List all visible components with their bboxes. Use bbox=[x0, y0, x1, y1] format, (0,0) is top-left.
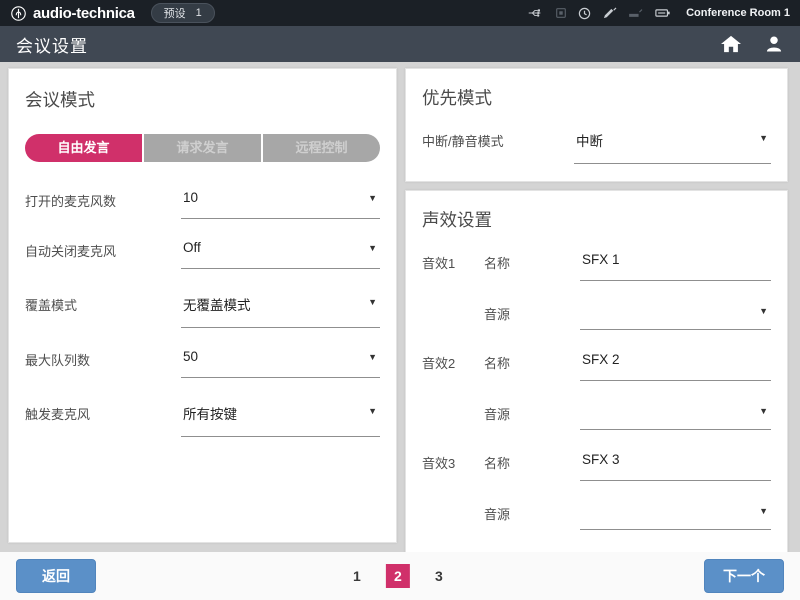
log-icon bbox=[628, 7, 644, 19]
right-column: 优先模式 中断/静音模式 中断 ▼ 声效设置 音效1 名称 SFX 1 bbox=[405, 68, 788, 543]
trigger-mic-select[interactable]: 所有按键 ▼ bbox=[181, 403, 380, 437]
chevron-down-icon: ▼ bbox=[368, 349, 377, 362]
chevron-down-icon: ▼ bbox=[368, 190, 377, 203]
max-queue-select[interactable]: 50 ▼ bbox=[181, 349, 380, 378]
field-label: 中断/静音模式 bbox=[422, 130, 574, 150]
source-label: 音源 bbox=[484, 403, 580, 423]
page-header: 会议设置 bbox=[0, 26, 800, 62]
field-label: 覆盖模式 bbox=[25, 294, 181, 314]
storage-icon bbox=[555, 7, 567, 19]
app-window: audio-technica 预设 1 bbox=[0, 0, 800, 600]
sfx-settings-panel: 声效设置 音效1 名称 SFX 1 音源 ▼ bbox=[405, 190, 788, 571]
chevron-down-icon: ▼ bbox=[759, 403, 768, 416]
field-override-mode: 覆盖模式 无覆盖模式 ▼ bbox=[25, 294, 380, 328]
usb-icon bbox=[528, 7, 544, 19]
source-label: 音源 bbox=[484, 503, 580, 523]
field-label: 触发麦克风 bbox=[25, 403, 181, 423]
page-2[interactable]: 2 bbox=[386, 564, 410, 588]
back-button[interactable]: 返回 bbox=[16, 559, 96, 593]
sfx3-source-row: 音源 ▼ bbox=[422, 503, 771, 530]
field-max-queue: 最大队列数 50 ▼ bbox=[25, 349, 380, 378]
sfx1-name-input[interactable]: SFX 1 bbox=[580, 252, 771, 281]
sfx-settings-title: 声效设置 bbox=[422, 207, 771, 232]
sfx3-source-select[interactable]: ▼ bbox=[580, 503, 771, 530]
speak-mode-tabs: 自由发言 请求发言 远程控制 bbox=[25, 134, 380, 162]
field-label: 打开的麦克风数 bbox=[25, 190, 181, 210]
pagination: 1 2 3 bbox=[345, 564, 451, 588]
conference-mode-panel: 会议模式 自由发言 请求发言 远程控制 打开的麦克风数 10 ▼ 自动关闭麦克风… bbox=[8, 68, 397, 543]
topbar: audio-technica 预设 1 bbox=[0, 0, 800, 26]
room-name: Conference Room 1 bbox=[686, 7, 790, 19]
sfx1-name-row: 音效1 名称 SFX 1 bbox=[422, 252, 771, 281]
sfx2-name-input[interactable]: SFX 2 bbox=[580, 352, 771, 381]
user-icon[interactable] bbox=[764, 34, 784, 54]
override-mode-select[interactable]: 无覆盖模式 ▼ bbox=[181, 294, 380, 328]
clock-icon bbox=[578, 7, 591, 20]
name-label: 名称 bbox=[484, 252, 580, 272]
sfx2-group-label: 音效2 bbox=[422, 352, 484, 372]
priority-mode-panel: 优先模式 中断/静音模式 中断 ▼ bbox=[405, 68, 788, 182]
name-label: 名称 bbox=[484, 452, 580, 472]
field-label: 自动关闭麦克风 bbox=[25, 240, 181, 260]
sfx1-source-row: 音源 ▼ bbox=[422, 303, 771, 330]
status-tray: Conference Room 1 bbox=[528, 7, 790, 20]
chevron-down-icon: ▼ bbox=[368, 294, 377, 307]
name-label: 名称 bbox=[484, 352, 580, 372]
next-button[interactable]: 下一个 bbox=[704, 559, 784, 593]
field-auto-mic-off: 自动关闭麦克风 Off ▼ bbox=[25, 240, 380, 269]
home-icon[interactable] bbox=[720, 34, 742, 54]
chevron-down-icon: ▼ bbox=[759, 503, 768, 516]
sfx2-source-select[interactable]: ▼ bbox=[580, 403, 771, 430]
field-trigger-mic: 触发麦克风 所有按键 ▼ bbox=[25, 403, 380, 437]
chevron-down-icon: ▼ bbox=[368, 403, 377, 416]
edit-icon bbox=[602, 7, 617, 20]
open-mics-select[interactable]: 10 ▼ bbox=[181, 190, 380, 219]
conference-mode-title: 会议模式 bbox=[25, 87, 380, 112]
chevron-down-icon: ▼ bbox=[368, 240, 377, 253]
audio-technica-logo-icon bbox=[10, 5, 27, 22]
sfx1-group-label: 音效1 bbox=[422, 252, 484, 272]
sfx1-source-select[interactable]: ▼ bbox=[580, 303, 771, 330]
auto-mic-off-select[interactable]: Off ▼ bbox=[181, 240, 380, 269]
priority-mode-title: 优先模式 bbox=[422, 85, 771, 110]
page-title: 会议设置 bbox=[16, 32, 88, 57]
brand-name: audio-technica bbox=[33, 5, 135, 22]
preset-label: 预设 bbox=[164, 5, 186, 21]
brand: audio-technica 预设 1 bbox=[10, 3, 215, 23]
chevron-down-icon: ▼ bbox=[759, 130, 768, 143]
tab-free-speak[interactable]: 自由发言 bbox=[25, 134, 142, 162]
battery-icon bbox=[655, 7, 671, 19]
field-interrupt-mute: 中断/静音模式 中断 ▼ bbox=[422, 130, 771, 164]
sfx2-name-row: 音效2 名称 SFX 2 bbox=[422, 352, 771, 381]
page-3[interactable]: 3 bbox=[427, 564, 451, 588]
interrupt-mute-select[interactable]: 中断 ▼ bbox=[574, 130, 771, 164]
tab-request-speak[interactable]: 请求发言 bbox=[142, 134, 261, 162]
field-open-mics: 打开的麦克风数 10 ▼ bbox=[25, 190, 380, 219]
preset-badge[interactable]: 预设 1 bbox=[151, 3, 215, 23]
chevron-down-icon: ▼ bbox=[759, 303, 768, 316]
content-area: 会议模式 自由发言 请求发言 远程控制 打开的麦克风数 10 ▼ 自动关闭麦克风… bbox=[0, 62, 800, 552]
field-label: 最大队列数 bbox=[25, 349, 181, 369]
sfx3-group-label: 音效3 bbox=[422, 452, 484, 472]
page-1[interactable]: 1 bbox=[345, 564, 369, 588]
sfx3-name-row: 音效3 名称 SFX 3 bbox=[422, 452, 771, 481]
tab-remote-control[interactable]: 远程控制 bbox=[261, 134, 380, 162]
sfx3-name-input[interactable]: SFX 3 bbox=[580, 452, 771, 481]
sfx2-source-row: 音源 ▼ bbox=[422, 403, 771, 430]
footer-bar: 返回 1 2 3 下一个 bbox=[0, 552, 800, 600]
source-label: 音源 bbox=[484, 303, 580, 323]
preset-value: 1 bbox=[196, 7, 202, 19]
